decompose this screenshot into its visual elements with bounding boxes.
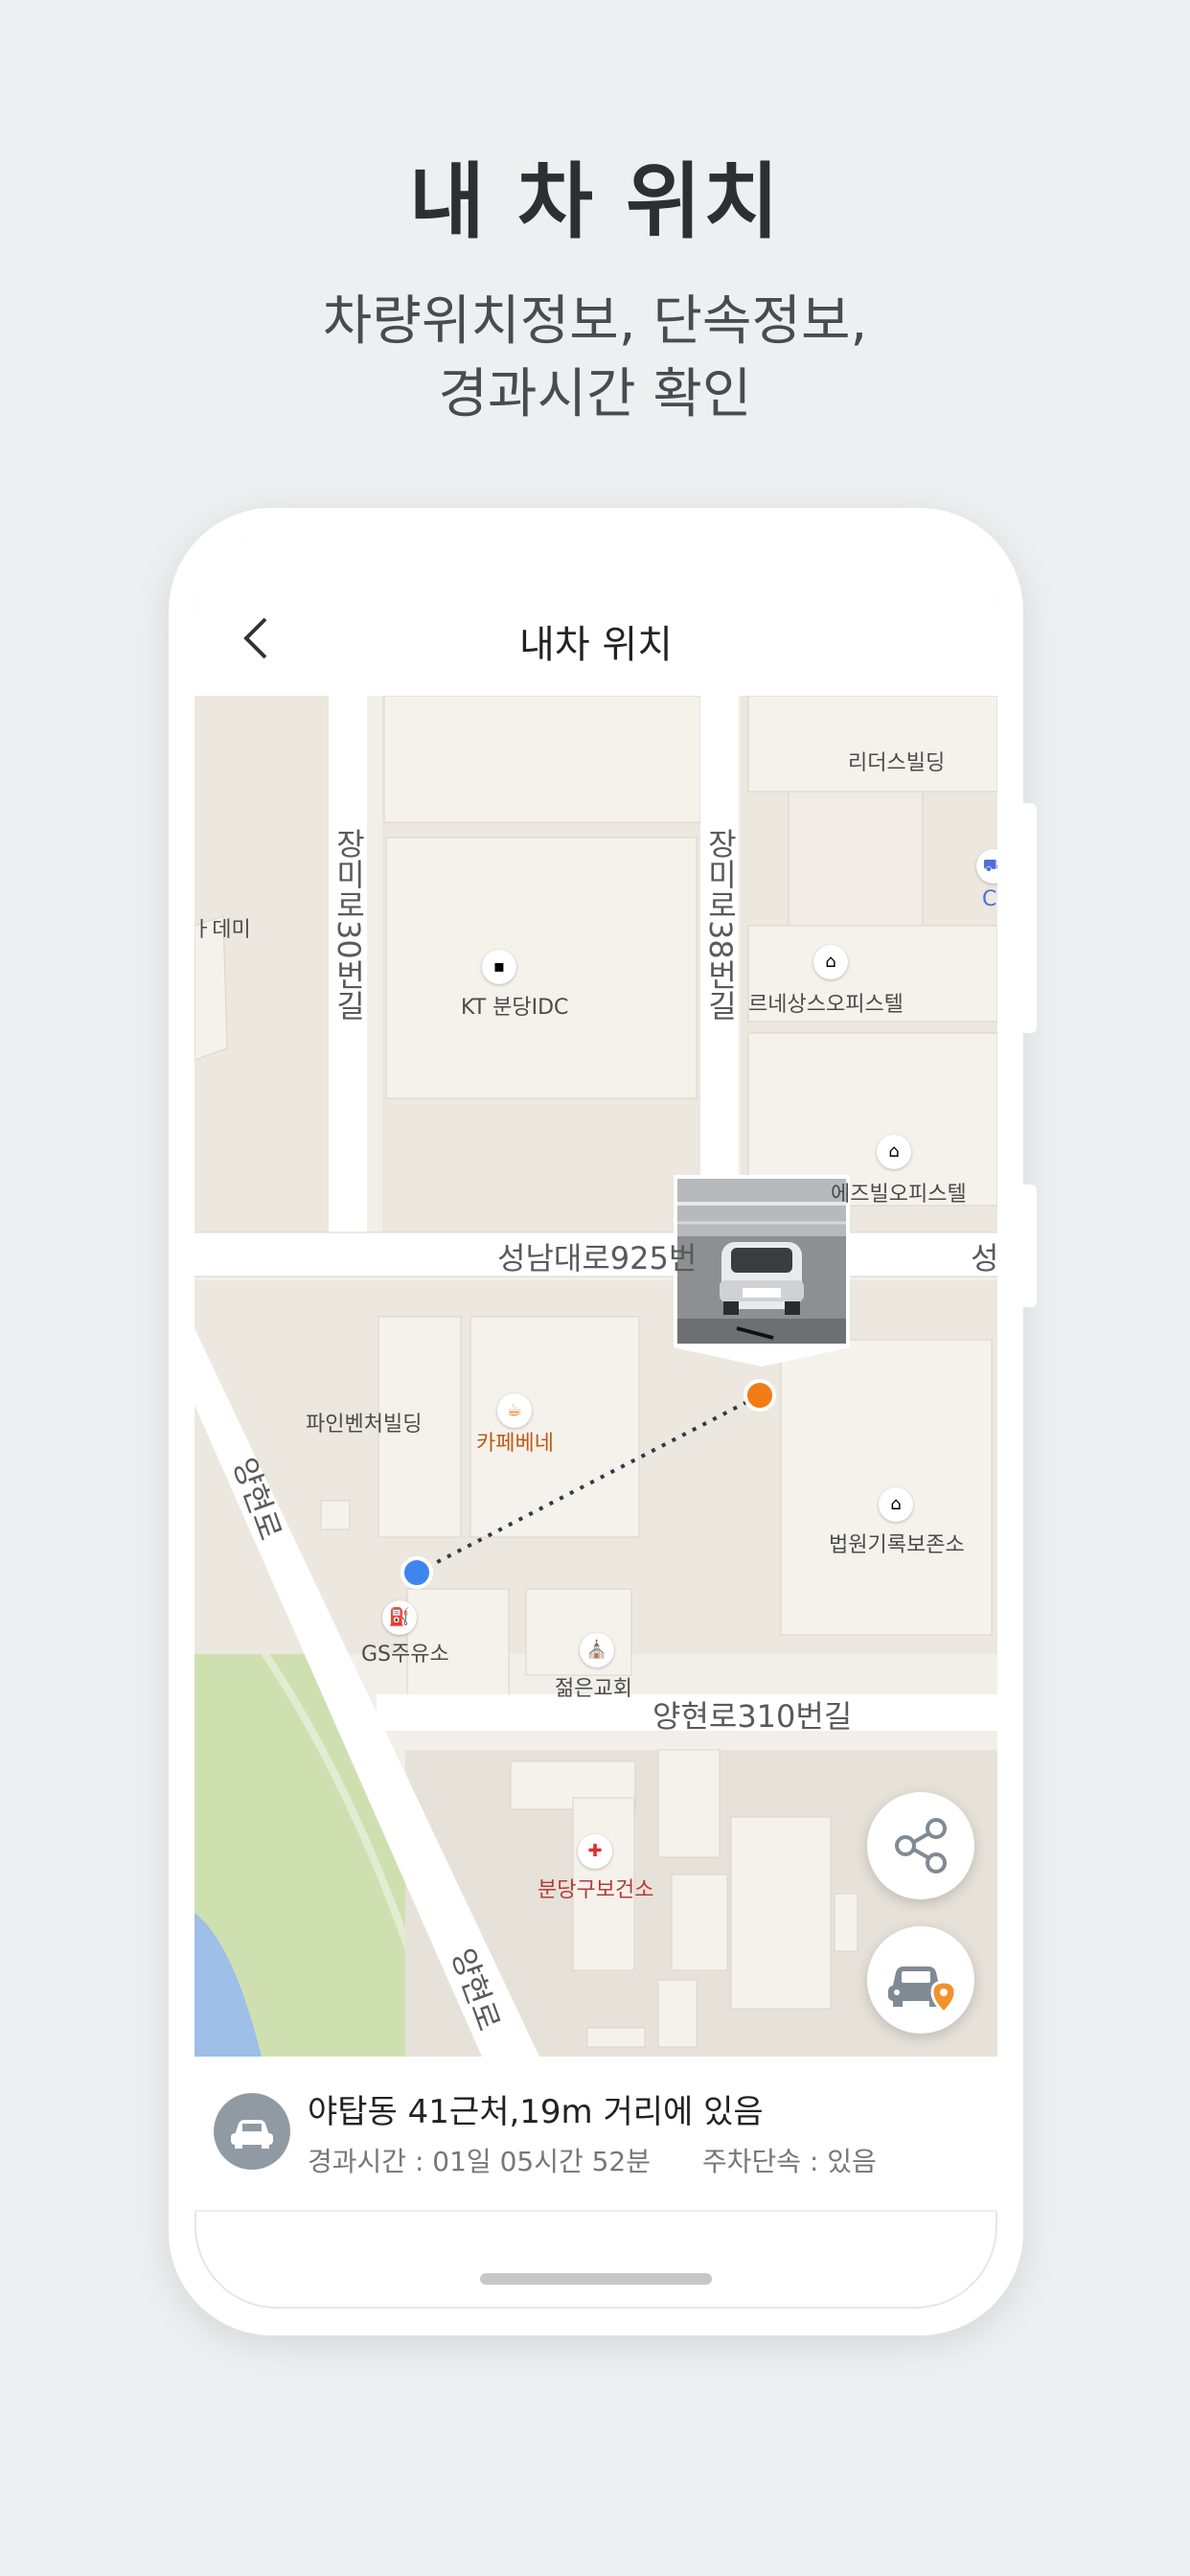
poi-label-ezville: 에즈빌오피스텔 [831,1183,967,1207]
poi-label-health: 분당구보건소 [538,1878,654,1902]
road-label-seongnam-end: 성 [971,1240,997,1276]
poi-label-church: 젊은교회 [555,1677,632,1701]
coffee-icon[interactable]: ☕ [497,1393,532,1428]
promo-subtitle-line2: 경과시간 확인 [438,363,752,426]
parking-enforcement: 주차단속 : 있음 [702,2146,877,2177]
app-bar: 내차 위치 [195,533,997,696]
map-view[interactable]: ▪ ⌂ ⌂ ☕ ⌂ ⛽ ⛪ ✚ ⛟ 리더스빌딩 ㅏ데미 KT 분당IDC 르네상… [195,696,997,2057]
avatar [214,2093,290,2170]
parking-photo-marker[interactable] [674,1175,850,1367]
poi-label-academy: ㅏ데미 [195,918,251,942]
car-location-button[interactable] [867,1926,974,2034]
poi-label-pinventure: 파인벤처빌딩 [306,1413,423,1437]
current-location-dot [400,1556,433,1589]
share-button[interactable] [867,1792,974,1899]
poi-label-kt: KT 분당IDC [461,996,569,1020]
poi-label-caffe: 카페베네 [476,1432,554,1456]
road-label-yanghyeon310: 양현로310번길 [652,1698,853,1735]
poi-label-court: 법원기록보존소 [829,1533,965,1557]
house-icon[interactable]: ⌂ [877,1135,911,1169]
car-location-icon [888,1966,957,2015]
poi-label-leaders: 리더스빌딩 [848,751,946,775]
hospital-icon[interactable]: ✚ [578,1834,612,1869]
promo-title: 내 차 위치 [408,154,782,250]
phone-side-button [1023,803,1037,1033]
poi-label-c: C [982,887,997,911]
promo-subtitle-line1: 차량위치정보, 단속정보, [322,290,868,353]
road-label-jangmi30: 장미로30번길 [331,828,367,1021]
poi-label-gs: GS주유소 [361,1643,449,1667]
share-icon [895,1818,947,1874]
page-title: 내차 위치 [519,623,673,667]
app-screen: 내차 위치 ▪ ⌂ ⌂ ☕ ⌂ ⛽ ⛪ ✚ ⛟ 리더스빌딩 ㅏ데미 KT 분당I… [195,533,997,2309]
road-label-seongnam: 성남대로925번 [497,1240,698,1276]
institution-icon[interactable]: ⌂ [879,1487,913,1522]
house-icon[interactable]: ⌂ [813,945,848,979]
car-location-dot [744,1379,776,1412]
road-label-jangmi38: 장미로38번길 [702,828,739,1021]
church-icon[interactable]: ⛪ [580,1633,614,1668]
car-address: 야탑동 41근처,19m 거리에 있음 [308,2093,764,2131]
car-photo-thumbnail [674,1175,850,1367]
car-icon [231,2120,273,2149]
elapsed-time: 경과시간 : 01일 05시간 52분 [308,2146,652,2177]
phone-side-button [1023,1184,1037,1307]
gas-station-icon[interactable]: ⛽ [382,1600,417,1635]
home-indicator[interactable] [480,2273,712,2285]
building-icon[interactable]: ▪ [482,950,516,984]
poi-label-renaissance: 르네상스오피스텔 [748,993,904,1017]
car-info-panel: 야탑동 41근처,19m 거리에 있음 경과시간 : 01일 05시간 52분 … [195,2057,997,2212]
